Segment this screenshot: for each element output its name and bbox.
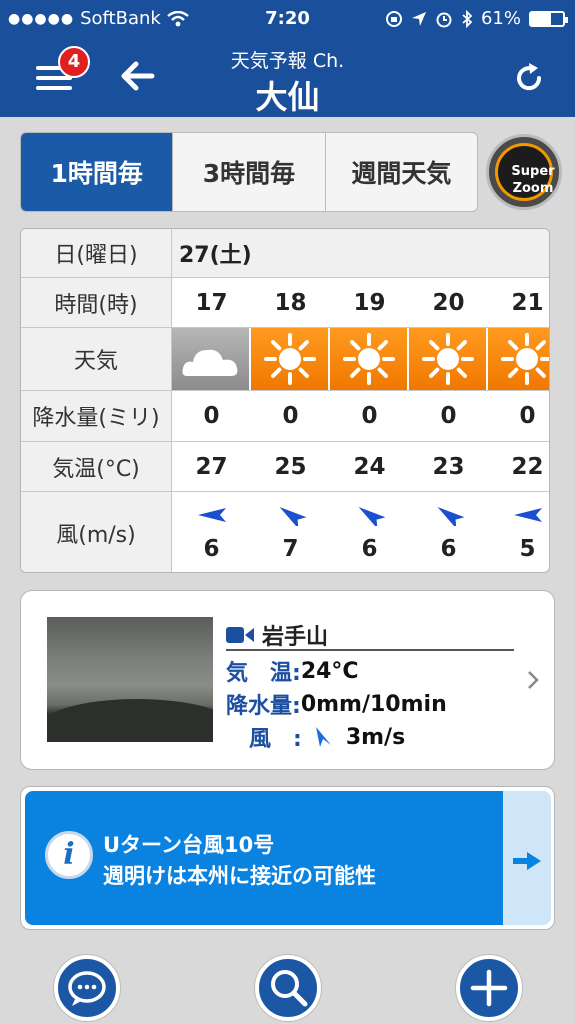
page-title: 大仙 (255, 78, 320, 116)
camera-title: 岩手山 (262, 625, 329, 650)
search-button[interactable] (255, 955, 321, 1021)
temp-cell: 24 (353, 453, 386, 480)
interval-tabs: 1時間毎 3時間毎 週間天気 (20, 132, 478, 212)
weather-cell (172, 328, 251, 390)
precip-cell: 0 (203, 403, 220, 429)
wind-row-label: 風(m/s) (21, 492, 172, 572)
wind-direction-icon (513, 508, 542, 522)
weather-cell (488, 328, 549, 390)
precip-row-label: 降水量(ミリ) (21, 391, 172, 441)
add-button[interactable] (456, 955, 522, 1021)
sun-icon (421, 333, 474, 385)
precip-cell: 0 (519, 403, 536, 429)
camera-precip-value: 0mm/10min (300, 691, 447, 717)
tab-hourly[interactable]: 1時間毎 (21, 133, 174, 211)
news-banner[interactable]: i Uターン台風10号 週明けは本州に接近の可能性 (20, 786, 555, 930)
wind-cell: 6 (409, 492, 488, 572)
weather-cell (409, 328, 488, 390)
date-value: 27(土) (179, 243, 252, 268)
sun-icon (342, 333, 395, 385)
precip-cell: 0 (361, 403, 378, 429)
wind-direction-icon (437, 506, 464, 526)
hour-cell: 17 (195, 289, 228, 316)
cloud-icon (182, 349, 237, 376)
super-zoom-button[interactable]: Super Zoom (486, 134, 562, 210)
news-subline: 週明けは本州に接近の可能性 (103, 864, 376, 888)
weather-row: 天気 (21, 328, 549, 391)
camera-temp-label: 気 温: (226, 661, 301, 686)
app-header: ●●●●● SoftBank 7:20 61% 4 天気予報 Ch. 大仙 (0, 0, 575, 117)
date-row-label: 日(曜日) (21, 229, 172, 277)
temp-cell: 22 (511, 453, 544, 480)
battery-percent: 61% (480, 8, 521, 29)
weather-row-label: 天気 (21, 328, 172, 390)
bluetooth-icon (462, 9, 473, 28)
hour-cell: 21 (511, 289, 544, 316)
temp-cell: 27 (195, 453, 228, 480)
news-headline: Uターン台風10号 (103, 833, 275, 857)
tab-weekly[interactable]: 週間天気 (326, 133, 477, 211)
info-icon: i (45, 831, 93, 879)
camera-image (47, 617, 213, 742)
wind-cell: 6 (330, 492, 409, 572)
wind-arrow-icon (315, 727, 331, 747)
precip-cell: 0 (282, 403, 299, 429)
wind-cell: 5 (488, 492, 549, 572)
plus-icon (470, 969, 508, 1007)
wind-direction-icon (279, 506, 306, 526)
zoom-label-1: Super (511, 164, 555, 179)
camera-wind-value: 3m/s (345, 724, 406, 750)
precip-row: 降水量(ミリ) 0 0 0 0 0 (21, 391, 549, 442)
orientation-lock-icon (385, 10, 402, 27)
wind-direction-icon (197, 508, 226, 522)
arrow-right-icon (513, 852, 541, 870)
wind-speed-value: 6 (361, 536, 378, 562)
refresh-button[interactable] (511, 60, 547, 96)
header-subtitle: 天気予報 Ch. (230, 50, 345, 72)
temp-row-label: 気温(°C) (21, 442, 172, 491)
wind-speed-value: 7 (282, 536, 299, 562)
hour-cell: 18 (274, 289, 307, 316)
chevron-right-icon (528, 671, 539, 689)
sun-icon (500, 333, 549, 385)
hour-row-label: 時間(時) (21, 278, 172, 327)
wind-cell: 6 (172, 492, 251, 572)
battery-icon (529, 10, 568, 27)
precip-cell: 0 (440, 403, 457, 429)
status-bar: ●●●●● SoftBank 7:20 61% (0, 0, 575, 40)
chat-button[interactable] (54, 955, 120, 1021)
location-icon (411, 11, 426, 26)
alarm-icon (436, 12, 452, 27)
camera-precip-label: 降水量: (226, 694, 301, 719)
hour-cell: 19 (353, 289, 386, 316)
divider (226, 649, 514, 651)
date-row: 日(曜日) 27(土) (21, 229, 549, 278)
wind-direction-icon (358, 506, 385, 526)
wind-speed-value: 6 (203, 536, 220, 562)
wind-row: 風(m/s) 6 7 6 6 5 (21, 492, 549, 572)
hour-row: 時間(時) 17 18 19 20 21 (21, 278, 549, 328)
weather-cell (330, 328, 409, 390)
forecast-table: 日(曜日) 27(土) 時間(時) 17 18 19 20 21 天気 降水量(… (20, 228, 550, 573)
wind-cell: 7 (251, 492, 330, 572)
camera-wind-label: 風 : (249, 727, 302, 752)
wind-speed-value: 6 (440, 536, 457, 562)
hour-cell: 20 (432, 289, 465, 316)
tab-3hourly[interactable]: 3時間毎 (173, 133, 326, 211)
zoom-label-2: Zoom (512, 181, 554, 196)
video-camera-icon (226, 627, 254, 643)
temp-cell: 23 (432, 453, 465, 480)
temp-row: 気温(°C) 27 25 24 23 22 (21, 442, 549, 492)
temp-cell: 25 (274, 453, 307, 480)
chat-icon (68, 971, 106, 1006)
weather-cell (251, 328, 330, 390)
live-camera-card[interactable]: 岩手山 気 温: 24°C 降水量: 0mm/10min 風 : 3m/s (20, 590, 555, 770)
camera-temp-value: 24°C (300, 658, 359, 684)
sun-icon (263, 333, 316, 385)
wind-speed-value: 5 (519, 536, 536, 562)
search-icon (271, 970, 308, 1007)
